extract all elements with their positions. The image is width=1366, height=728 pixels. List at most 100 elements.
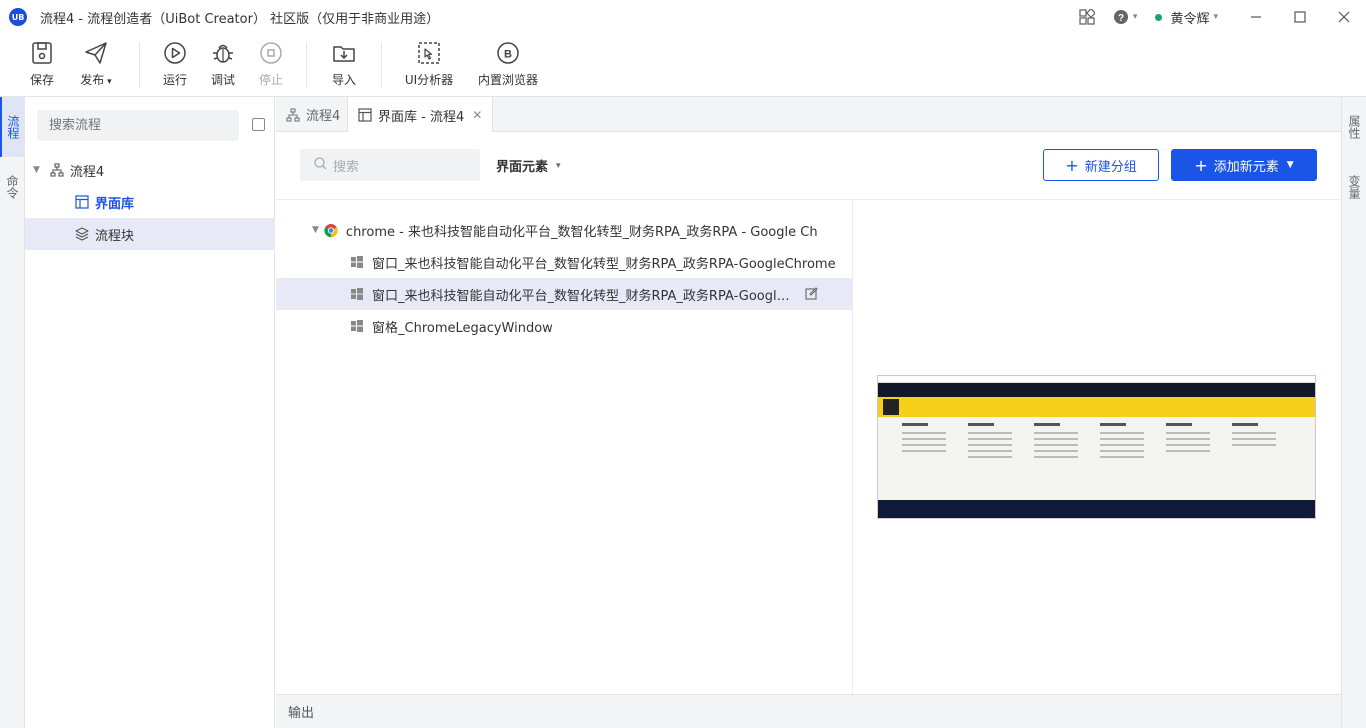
help-icon[interactable]: ? — [1113, 9, 1129, 25]
debug-label: 调试 — [210, 73, 235, 87]
debug-button[interactable]: 调试 — [197, 40, 249, 88]
title-bar: UB 流程4 - 流程创造者（UiBot Creator） 社区版（仅用于非商业… — [0, 0, 1366, 34]
element-label: 窗口_来也科技智能自动化平台_数智化转型_财务RPA_政务RPA-GoogleC… — [372, 288, 792, 304]
window-icon — [350, 319, 364, 333]
tree-item-label: 流程4 — [69, 164, 105, 180]
dropdown-label: 界面元素 — [496, 160, 549, 175]
stop-button[interactable]: 停止 — [245, 40, 297, 88]
publish-button[interactable]: 发布 ▾ — [70, 40, 122, 88]
tree-item-ui-library[interactable]: 界面库 — [25, 186, 275, 218]
stop-icon — [260, 42, 282, 64]
element-label: 窗口_来也科技智能自动化平台_数智化转型_财务RPA_政务RPA-GoogleC… — [372, 256, 836, 272]
main-toolbar: 保存 发布 ▾ 运行 调试 停止 导入 UI分析器 B 内置浏览器 — [0, 34, 1366, 97]
toolbar-divider — [381, 42, 382, 88]
bug-icon — [213, 44, 233, 63]
rail-tab-commands[interactable]: 命令 — [0, 157, 25, 217]
builtin-browser-button[interactable]: B 内置浏览器 — [478, 40, 538, 88]
element-row-pane[interactable]: 窗格_ChromeLegacyWindow — [276, 310, 852, 342]
close-tab-icon[interactable]: ✕ — [472, 108, 482, 122]
search-placeholder: 搜索 — [333, 159, 360, 175]
output-panel-bar[interactable]: 输出 — [276, 694, 1341, 728]
tab-flow4[interactable]: 流程4 — [276, 97, 350, 132]
title-bar-controls: ? ▾ 黄令辉 ▾ — [1079, 0, 1366, 34]
tree-item-label: 界面库 — [95, 196, 135, 212]
element-row-chrome[interactable]: ▼ chrome - 来也科技智能自动化平台_数智化转型_财务RPA_政务RPA… — [276, 214, 852, 246]
preview-footer — [878, 500, 1315, 518]
flow-search-input[interactable] — [37, 110, 239, 141]
ui-analyzer-icon — [418, 42, 440, 64]
flow-tree-panel: ▼ 流程4 界面库 流程块 — [25, 97, 275, 728]
element-row-window-selected[interactable]: 窗口_来也科技智能自动化平台_数智化转型_财务RPA_政务RPA-GoogleC… — [276, 278, 852, 310]
minimize-button[interactable] — [1234, 0, 1278, 34]
online-status-icon — [1155, 13, 1163, 21]
header-divider — [276, 199, 1341, 200]
run-label: 运行 — [162, 73, 187, 87]
left-rail: 流程 命令 — [0, 97, 25, 728]
element-label: 窗格_ChromeLegacyWindow — [372, 320, 553, 336]
toolbar-divider — [139, 42, 140, 88]
search-icon — [314, 156, 327, 174]
toolbar-divider — [306, 42, 307, 88]
right-rail: 属性 变量 — [1341, 97, 1366, 728]
element-type-dropdown[interactable]: 界面元素 ▾ — [496, 156, 561, 175]
apps-grid-icon[interactable] — [1079, 9, 1095, 25]
tab-ui-library[interactable]: 界面库 - 流程4 ✕ — [347, 97, 494, 133]
minimize-icon — [1251, 16, 1261, 18]
chrome-icon — [324, 223, 338, 237]
save-button[interactable]: 保存 — [16, 40, 68, 88]
button-label: 新建分组 — [1084, 159, 1137, 175]
svg-text:B: B — [504, 49, 512, 61]
element-search-input[interactable]: 搜索 — [300, 149, 480, 181]
plus-icon: + — [1194, 155, 1208, 175]
collapse-panel-icon[interactable] — [252, 118, 265, 131]
import-label: 导入 — [331, 73, 356, 87]
maximize-icon — [1294, 11, 1306, 23]
builtin-browser-label: 内置浏览器 — [478, 73, 539, 87]
plus-icon: + — [1065, 155, 1079, 175]
add-element-button[interactable]: + 添加新元素 ▼ — [1171, 149, 1317, 181]
edit-icon[interactable] — [805, 287, 818, 300]
ui-library-editor: 搜索 界面元素 ▾ + 新建分组 + 添加新元素 ▼ ▼ chrome - 来也… — [276, 132, 1341, 694]
save-icon — [32, 42, 52, 64]
tab-label: 界面库 - 流程4 — [378, 109, 465, 125]
element-label: chrome - 来也科技智能自动化平台_数智化转型_财务RPA_政务RPA -… — [345, 224, 818, 240]
button-label: 添加新元素 — [1213, 159, 1279, 175]
preview-browser-bar — [878, 376, 1315, 383]
window-icon — [350, 255, 364, 269]
window-icon — [350, 287, 364, 301]
ui-analyzer-button[interactable]: UI分析器 — [403, 40, 455, 88]
window-title: 流程4 - 流程创造者（UiBot Creator） 社区版（仅用于非商业用途） — [40, 11, 440, 27]
rail-tab-properties[interactable]: 属性 — [1342, 97, 1366, 157]
caret-down-icon[interactable]: ▼ — [312, 225, 319, 235]
preview-banner — [878, 383, 1315, 397]
help-dropdown-icon[interactable]: ▾ — [1133, 12, 1138, 22]
user-menu[interactable]: 黄令辉 ▾ — [1155, 8, 1218, 27]
caret-down-icon[interactable]: ▼ — [33, 165, 40, 175]
stop-label: 停止 — [258, 73, 283, 87]
tree-item-flow-block[interactable]: 流程块 — [25, 218, 275, 250]
caret-down-icon: ▼ — [1286, 160, 1294, 170]
paper-plane-icon — [85, 42, 107, 64]
flow-icon — [286, 107, 300, 122]
ui-analyzer-label: UI分析器 — [404, 73, 454, 87]
tree-item-label: 流程块 — [95, 228, 135, 244]
play-icon — [164, 42, 186, 64]
save-label: 保存 — [29, 73, 54, 87]
element-preview-image — [877, 375, 1316, 519]
maximize-button[interactable] — [1278, 0, 1322, 34]
rail-tab-flow[interactable]: 流程 — [0, 97, 25, 157]
chevron-down-icon: ▾ — [556, 160, 561, 171]
layers-icon — [75, 227, 89, 241]
new-group-button[interactable]: + 新建分组 — [1043, 149, 1159, 181]
tree-item-flow4[interactable]: ▼ 流程4 — [25, 154, 275, 186]
run-button[interactable]: 运行 — [149, 40, 201, 88]
library-icon — [358, 108, 372, 122]
flow-icon — [50, 163, 64, 177]
import-button[interactable]: 导入 — [318, 40, 370, 88]
rail-tab-variables[interactable]: 变量 — [1342, 157, 1366, 217]
preview-nav — [878, 397, 1315, 417]
app-logo-icon: UB — [9, 8, 27, 26]
element-row-window[interactable]: 窗口_来也科技智能自动化平台_数智化转型_财务RPA_政务RPA-GoogleC… — [276, 246, 852, 278]
chevron-down-icon: ▾ — [1213, 12, 1218, 22]
close-window-button[interactable] — [1322, 0, 1366, 34]
